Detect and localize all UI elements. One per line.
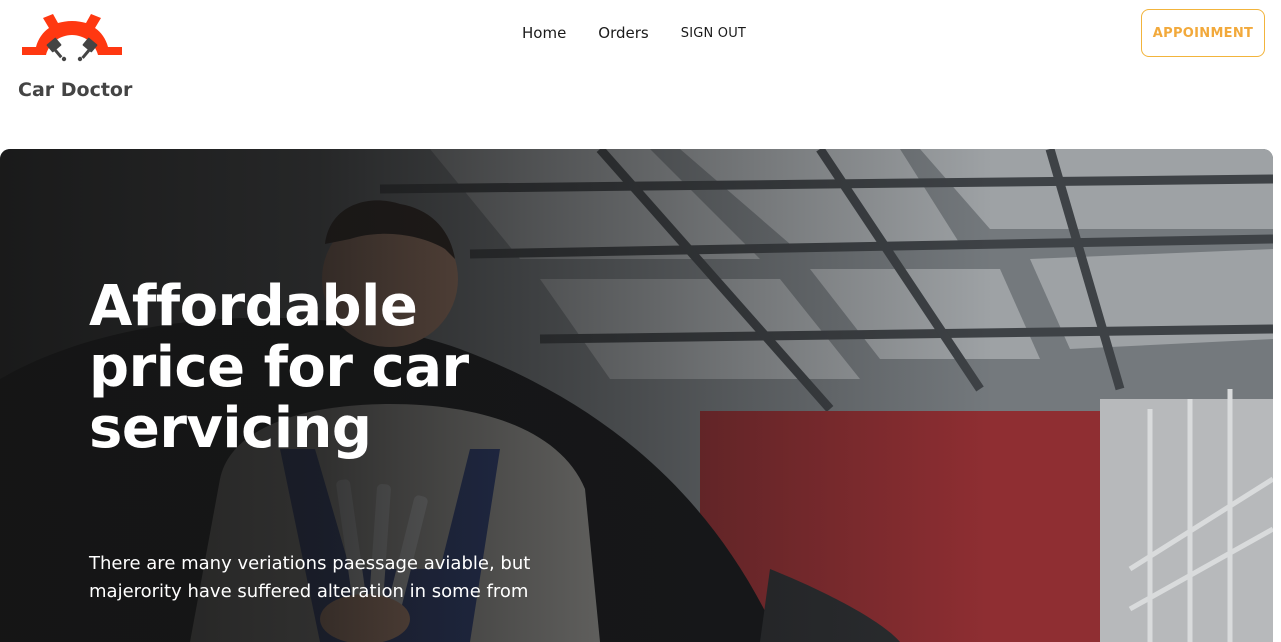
page: Car Doctor Home Orders SIGN OUT APPOINME… bbox=[0, 0, 1281, 642]
main-nav: Home Orders SIGN OUT bbox=[522, 22, 746, 44]
nav-link-home[interactable]: Home bbox=[522, 24, 566, 42]
hero-title: Affordable price for car servicing bbox=[89, 274, 469, 461]
nav-link-sign-out[interactable]: SIGN OUT bbox=[681, 26, 746, 41]
hero-banner: Affordable price for car servicing There… bbox=[0, 149, 1273, 642]
appointment-button[interactable]: APPOINMENT bbox=[1141, 9, 1265, 57]
nav-link-orders[interactable]: Orders bbox=[598, 24, 648, 42]
gear-pistons-icon bbox=[22, 14, 122, 62]
site-header: Car Doctor Home Orders SIGN OUT APPOINME… bbox=[0, 0, 1281, 149]
brand-name: Car Doctor bbox=[18, 79, 133, 101]
brand-logo[interactable]: Car Doctor bbox=[18, 8, 138, 101]
hero-description: There are many veriations paessage aviab… bbox=[89, 553, 531, 602]
